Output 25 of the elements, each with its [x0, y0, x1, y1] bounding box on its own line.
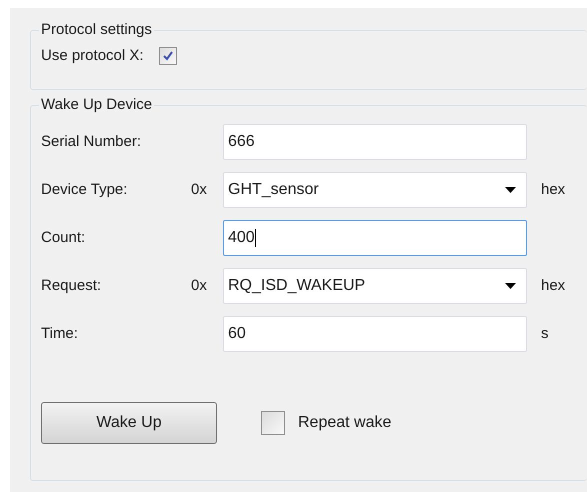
- field-label: Device Type:: [41, 180, 128, 200]
- checkbox[interactable]: [158, 47, 177, 66]
- input-field[interactable]: 400: [223, 220, 527, 256]
- checkbox-label: Repeat wake: [298, 413, 392, 433]
- check-icon: [162, 50, 174, 62]
- prefix-label: 0x: [191, 180, 208, 200]
- checkbox[interactable]: [261, 411, 285, 435]
- prefix-label: 0x: [191, 276, 208, 296]
- input-field[interactable]: 60: [223, 316, 527, 352]
- field-label: Count:: [41, 228, 86, 248]
- field-label: Time:: [41, 324, 79, 344]
- group-title: Wake Up Device: [39, 95, 154, 115]
- input-field[interactable]: 666: [223, 124, 527, 160]
- unit-label: hex: [541, 180, 566, 200]
- dropdown[interactable]: RQ_ISD_WAKEUP: [223, 268, 527, 304]
- checkbox-label: Use protocol X:: [41, 46, 144, 66]
- wake-up-button[interactable]: Wake Up: [41, 402, 217, 444]
- dropdown-arrow-icon: [505, 283, 516, 289]
- unit-label: s: [541, 324, 548, 344]
- dropdown[interactable]: GHT_sensor: [223, 172, 527, 208]
- group-title: Protocol settings: [39, 20, 154, 40]
- dropdown-arrow-icon: [505, 187, 516, 193]
- field-label: Request:: [41, 276, 102, 296]
- unit-label: hex: [541, 276, 566, 296]
- field-label: Serial Number:: [41, 132, 142, 152]
